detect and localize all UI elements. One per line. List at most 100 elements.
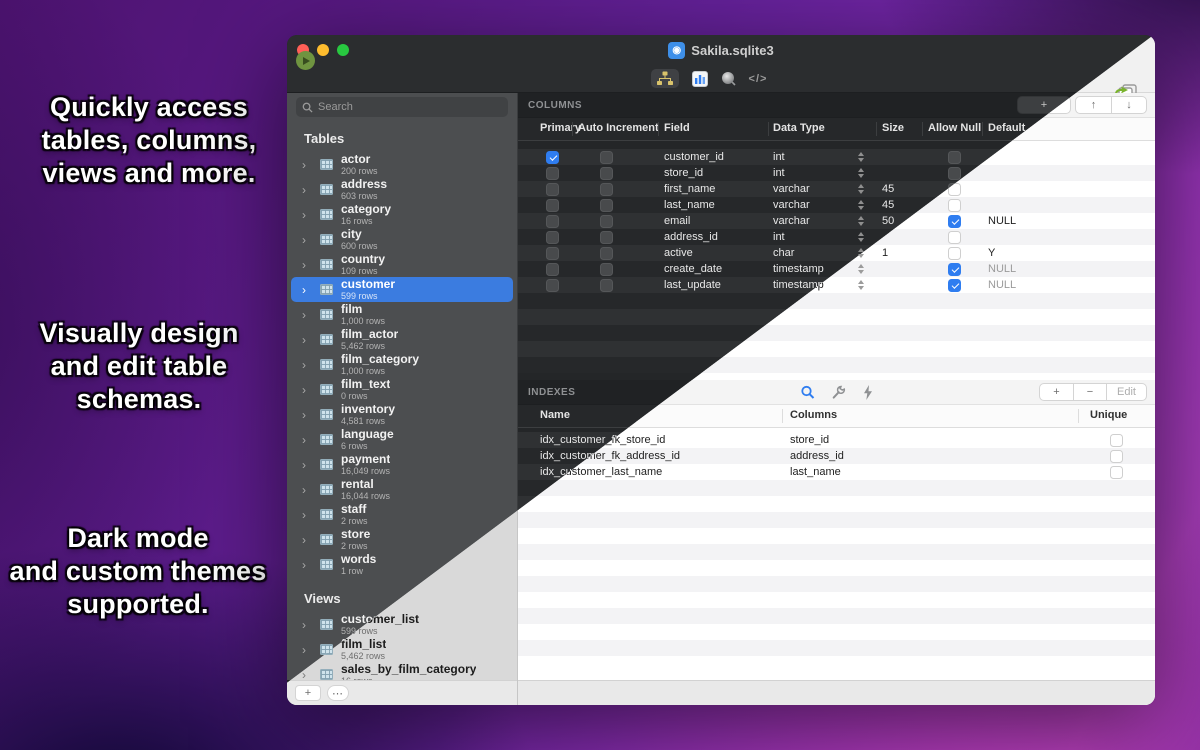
chevron-right-icon[interactable]: › <box>297 333 311 347</box>
allow-null-checkbox[interactable] <box>948 167 961 180</box>
auto-increment-checkbox[interactable] <box>600 231 613 244</box>
data-type-stepper[interactable] <box>856 279 865 291</box>
chevron-right-icon[interactable]: › <box>297 433 311 447</box>
sidebar-item-film_text[interactable]: ›film_text0 rows <box>291 377 513 402</box>
code-view-button[interactable]: </> <box>749 73 768 85</box>
move-column-down-button[interactable]: ↓ <box>1111 97 1146 113</box>
chevron-right-icon[interactable]: › <box>297 643 311 657</box>
header-separator <box>658 122 659 136</box>
sidebar-item-payment[interactable]: ›payment16,049 rows <box>291 452 513 477</box>
remove-index-button[interactable]: − <box>1073 384 1106 400</box>
sidebar-item-name: payment <box>341 453 390 465</box>
primary-checkbox[interactable] <box>546 247 559 260</box>
data-type-stepper[interactable] <box>856 183 865 195</box>
sidebar-item-rental[interactable]: ›rental16,044 rows <box>291 477 513 502</box>
zoom-button[interactable] <box>337 44 349 56</box>
table-grid-icon <box>320 309 333 320</box>
data-type-stepper[interactable] <box>856 263 865 275</box>
primary-checkbox[interactable] <box>546 183 559 196</box>
header-separator <box>572 122 573 136</box>
chevron-right-icon[interactable]: › <box>297 508 311 522</box>
sidebar-item-rowcount: 1 row <box>341 567 376 576</box>
search-field[interactable]: Search <box>296 97 508 117</box>
chevron-right-icon[interactable]: › <box>297 618 311 632</box>
unique-checkbox[interactable] <box>1110 450 1123 463</box>
data-type-stepper[interactable] <box>856 231 865 243</box>
allow-null-checkbox[interactable] <box>948 215 961 228</box>
run-button[interactable] <box>296 51 315 70</box>
chevron-right-icon[interactable]: › <box>297 558 311 572</box>
allow-null-checkbox[interactable] <box>948 199 961 212</box>
data-type-stepper[interactable] <box>856 215 865 227</box>
data-type-stepper[interactable] <box>856 167 865 179</box>
edit-index-button[interactable]: Edit <box>1106 384 1146 400</box>
add-index-button[interactable]: + <box>1040 384 1073 400</box>
chevron-right-icon[interactable]: › <box>297 358 311 372</box>
sidebar-item-name: language <box>341 428 394 440</box>
sidebar-item-film_category[interactable]: ›film_category1,000 rows <box>291 352 513 377</box>
chevron-right-icon[interactable]: › <box>297 183 311 197</box>
structure-view-button[interactable] <box>651 69 679 88</box>
auto-increment-checkbox[interactable] <box>600 199 613 212</box>
primary-checkbox[interactable] <box>546 151 559 164</box>
auto-increment-checkbox[interactable] <box>600 167 613 180</box>
chevron-right-icon[interactable]: › <box>297 458 311 472</box>
lightning-icon[interactable] <box>862 385 873 400</box>
sidebar-item-country[interactable]: ›country109 rows <box>291 252 513 277</box>
move-column-up-button[interactable]: ↑ <box>1076 97 1111 113</box>
primary-checkbox[interactable] <box>546 199 559 212</box>
sidebar-item-actor[interactable]: ›actor200 rows <box>291 152 513 177</box>
sidebar-item-inventory[interactable]: ›inventory4,581 rows <box>291 402 513 427</box>
primary-checkbox[interactable] <box>546 167 559 180</box>
auto-increment-checkbox[interactable] <box>600 183 613 196</box>
auto-increment-checkbox[interactable] <box>600 279 613 292</box>
sphere-search-button[interactable] <box>721 71 736 86</box>
chevron-right-icon[interactable]: › <box>297 283 311 297</box>
header-separator <box>982 122 983 136</box>
auto-increment-checkbox[interactable] <box>600 151 613 164</box>
index-search-icon[interactable] <box>800 385 815 400</box>
chevron-right-icon[interactable]: › <box>297 533 311 547</box>
primary-checkbox[interactable] <box>546 215 559 228</box>
sidebar-item-customer[interactable]: ›customer599 rows <box>291 277 513 302</box>
promo-text-access: Quickly accesstables, columns,views and … <box>10 91 288 190</box>
primary-checkbox[interactable] <box>546 231 559 244</box>
sidebar-item-film[interactable]: ›film1,000 rows <box>291 302 513 327</box>
primary-checkbox[interactable] <box>546 263 559 276</box>
unique-checkbox[interactable] <box>1110 434 1123 447</box>
allow-null-checkbox[interactable] <box>948 231 961 244</box>
chevron-right-icon[interactable]: › <box>297 408 311 422</box>
sidebar-item-staff[interactable]: ›staff2 rows <box>291 502 513 527</box>
chevron-right-icon[interactable]: › <box>297 308 311 322</box>
chevron-right-icon[interactable]: › <box>297 483 311 497</box>
auto-increment-checkbox[interactable] <box>600 263 613 276</box>
chevron-right-icon[interactable]: › <box>297 233 311 247</box>
allow-null-checkbox[interactable] <box>948 247 961 260</box>
table-grid-icon <box>320 334 333 345</box>
chart-view-button[interactable] <box>692 71 708 87</box>
minimize-button[interactable] <box>317 44 329 56</box>
sidebar-item-film_actor[interactable]: ›film_actor5,462 rows <box>291 327 513 352</box>
data-type-stepper[interactable] <box>856 151 865 163</box>
auto-increment-checkbox[interactable] <box>600 215 613 228</box>
allow-null-checkbox[interactable] <box>948 263 961 276</box>
chevron-right-icon[interactable]: › <box>297 158 311 172</box>
data-type-stepper[interactable] <box>856 199 865 211</box>
more-options-button[interactable]: ⋯ <box>327 685 349 701</box>
sidebar-item-address[interactable]: ›address603 rows <box>291 177 513 202</box>
wrench-icon[interactable] <box>831 385 846 400</box>
allow-null-checkbox[interactable] <box>948 151 961 164</box>
auto-increment-checkbox[interactable] <box>600 247 613 260</box>
add-item-button[interactable]: + <box>295 685 321 701</box>
chevron-right-icon[interactable]: › <box>297 208 311 222</box>
chevron-right-icon[interactable]: › <box>297 258 311 272</box>
sidebar-item-category[interactable]: ›category16 rows <box>291 202 513 227</box>
sidebar-item-city[interactable]: ›city600 rows <box>291 227 513 252</box>
sidebar-item-language[interactable]: ›language6 rows <box>291 427 513 452</box>
allow-null-checkbox[interactable] <box>948 279 961 292</box>
index-row-idx_customer_fk_address_id[interactable]: idx_customer_fk_address_idaddress_id <box>518 448 1155 464</box>
chevron-right-icon[interactable]: › <box>297 383 311 397</box>
index-row-idx_customer_last_name[interactable]: idx_customer_last_namelast_name <box>518 464 1155 480</box>
unique-checkbox[interactable] <box>1110 466 1123 479</box>
primary-checkbox[interactable] <box>546 279 559 292</box>
